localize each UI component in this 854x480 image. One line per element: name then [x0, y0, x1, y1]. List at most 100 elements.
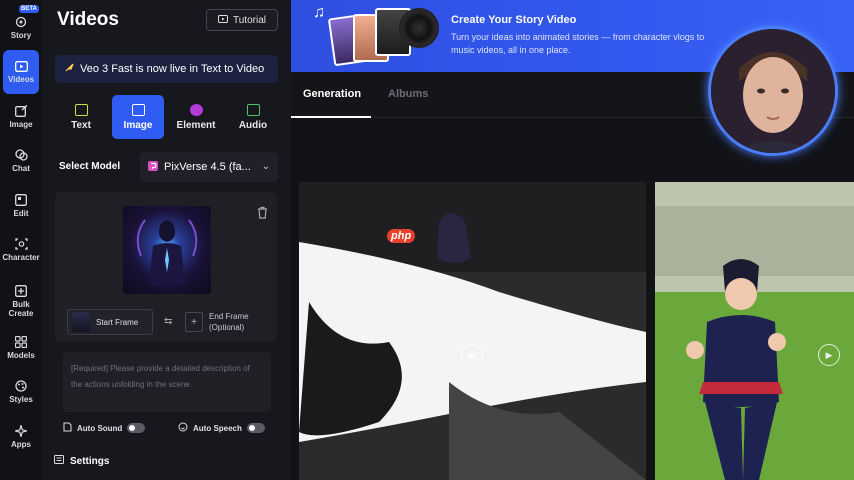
start-frame-button[interactable]: Start Frame [67, 309, 153, 335]
play-icon[interactable]: ▶ [818, 344, 840, 366]
tab-generation[interactable]: Generation [303, 88, 361, 100]
image-upload-area[interactable]: Start Frame ⇆ + End Frame (Optional) [55, 192, 277, 342]
model-row: Select Model PixVerse 4.5 (fa... ⌄ [55, 152, 278, 182]
rail-item-character[interactable]: Character [0, 228, 42, 272]
auto-speech-label: Auto Speech [193, 423, 242, 433]
start-frame-label: Start Frame [96, 317, 139, 327]
video-thumbnail[interactable]: ▶ [299, 182, 646, 480]
video-thumbnail[interactable]: ▶ [655, 182, 854, 480]
settings-section[interactable]: Settings [54, 455, 109, 467]
tab-image-label: Image [123, 119, 153, 131]
page-title: Videos [57, 9, 119, 30]
rail-item-styles[interactable]: Styles [0, 370, 42, 414]
rail-item-image[interactable]: Image [0, 95, 42, 139]
rail-item-videos[interactable]: Videos [3, 50, 39, 94]
music-note-icon: ♫ [313, 4, 325, 21]
rail-item-models[interactable]: Models [0, 326, 42, 370]
announcement-text: Veo 3 Fast is now live in Text to Video [80, 63, 265, 75]
rail-label-character: Character [2, 253, 40, 262]
tab-text[interactable]: Text [55, 95, 107, 139]
rail-label-apps: Apps [11, 440, 31, 449]
auto-speech-toggle[interactable] [246, 423, 265, 433]
video-settings-panel: Videos Tutorial Veo 3 Fast is now live i… [42, 0, 291, 480]
model-select[interactable]: PixVerse 4.5 (fa... ⌄ [140, 152, 278, 182]
rail-item-chat[interactable]: Chat [0, 139, 42, 183]
story-banner-subtitle: Turn your ideas into animated stories — … [451, 32, 705, 55]
character-silhouette-image [136, 219, 198, 287]
swap-icon[interactable]: ⇆ [164, 316, 172, 327]
models-icon [14, 336, 28, 348]
rail-label-chat: Chat [12, 164, 30, 173]
trash-icon[interactable] [255, 206, 269, 222]
rail-item-story[interactable]: Story [0, 6, 42, 50]
image-edit-icon [14, 105, 28, 117]
tutorial-label: Tutorial [233, 14, 266, 26]
plus-icon: + [185, 312, 203, 332]
tutorial-icon [218, 14, 228, 26]
start-frame-thumbnail [72, 312, 90, 332]
rail-label-bulk-create: Bulk Create [8, 299, 34, 318]
chat-icon [14, 149, 28, 161]
uploaded-image-thumbnail [123, 206, 211, 294]
rail-label-edit: Edit [13, 209, 29, 218]
edit-icon [14, 194, 28, 206]
anime-fight-scene-image [299, 182, 646, 480]
auto-sound-icon [63, 422, 72, 434]
toggle-row: Auto Sound Auto Speech [63, 419, 273, 437]
watermark-logo: php [387, 229, 416, 243]
tab-element-label: Element [176, 119, 216, 131]
end-frame-label: End Frame (Optional) [209, 312, 249, 332]
presenter-face-image [711, 29, 835, 153]
auto-speech-icon [178, 422, 188, 434]
tab-audio-label: Audio [238, 119, 268, 131]
end-frame-button[interactable]: + End Frame (Optional) [185, 309, 269, 335]
auto-sound-toggle-group: Auto Sound [63, 419, 146, 437]
nav-rail: BETA Story Videos Image Chat Edit Charac… [0, 0, 42, 480]
tab-element[interactable]: Element [170, 95, 222, 139]
webcam-overlay [708, 26, 838, 156]
rail-label-image: Image [9, 120, 33, 129]
model-value: PixVerse 4.5 (fa... [164, 161, 251, 173]
chevron-down-icon: ⌄ [261, 161, 270, 172]
rail-item-apps[interactable]: Apps [0, 415, 42, 459]
tab-albums[interactable]: Albums [388, 88, 428, 100]
settings-label: Settings [70, 455, 110, 467]
select-model-label: Select Model [59, 161, 121, 172]
tab-audio[interactable]: Audio [227, 95, 279, 139]
rail-label-videos: Videos [7, 75, 35, 84]
anime-martial-arts-image [655, 182, 854, 480]
description-input[interactable]: [Required] Please provide a detailed des… [63, 352, 271, 412]
rocket-icon [65, 63, 74, 75]
rail-label-styles: Styles [9, 395, 33, 404]
announcement-banner[interactable]: Veo 3 Fast is now live in Text to Video [55, 55, 278, 83]
text-icon [74, 103, 88, 116]
image-icon [131, 103, 145, 116]
story-banner-title: Create Your Story Video [451, 14, 577, 26]
rail-item-edit[interactable]: Edit [0, 184, 42, 228]
character-icon [14, 238, 28, 250]
tab-text-label: Text [71, 119, 91, 131]
tutorial-button[interactable]: Tutorial [206, 9, 278, 31]
element-icon [189, 103, 203, 116]
tab-image[interactable]: Image [112, 95, 164, 139]
input-type-tabs: Text Image Element Audio [55, 95, 283, 139]
auto-speech-toggle-group: Auto Speech [178, 419, 265, 437]
videos-icon [14, 60, 28, 72]
settings-icon [54, 455, 64, 467]
frame-row: Start Frame ⇆ + End Frame (Optional) [63, 304, 269, 335]
rail-label-models: Models [7, 351, 35, 360]
audio-icon [246, 103, 260, 116]
story-icon [14, 16, 28, 28]
bulk-create-icon [14, 284, 28, 297]
styles-icon [14, 380, 28, 392]
play-icon[interactable]: ▶ [461, 344, 483, 366]
auto-sound-toggle[interactable] [127, 423, 146, 433]
description-placeholder: [Required] Please provide a detailed des… [71, 364, 250, 389]
generation-gallery: ▶ ▶ [291, 118, 854, 480]
story-collage-image: ♫ [313, 4, 443, 67]
pixverse-logo-icon [148, 160, 158, 174]
rail-item-bulk-create[interactable]: Bulk Create [0, 276, 42, 326]
rail-label-story: Story [10, 31, 32, 40]
auto-sound-label: Auto Sound [77, 423, 123, 433]
vinyl-record-icon [399, 8, 439, 48]
